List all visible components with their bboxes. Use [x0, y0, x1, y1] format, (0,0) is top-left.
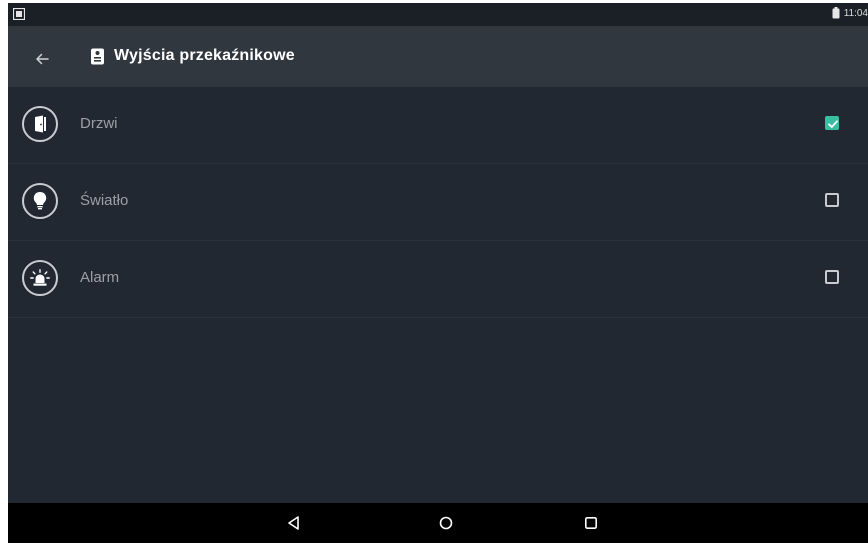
nav-recents-icon[interactable]: [581, 513, 601, 533]
relay-label: Drzwi: [80, 115, 118, 132]
relay-checkbox-drzwi[interactable]: [825, 116, 839, 130]
app-bar: Wyjścia przekaźnikowe: [8, 26, 868, 87]
relay-label: Alarm: [80, 269, 120, 286]
relay-checkbox-swiatlo[interactable]: [825, 193, 839, 207]
status-right: 11:04: [832, 7, 868, 19]
door-icon: [22, 106, 58, 142]
siren-icon: [22, 260, 58, 296]
relay-row-swiatlo[interactable]: Światło: [8, 164, 868, 241]
page-title: Wyjścia przekaźnikowe: [114, 47, 295, 64]
status-bar: 11:04: [8, 3, 868, 26]
notification-icon: [13, 8, 25, 20]
screen: 11:04 Wyjścia przekaźnikowe Drzwi Światł…: [8, 3, 868, 543]
intercom-icon: [91, 48, 104, 65]
arrow-back-icon: [36, 53, 49, 65]
relay-checkbox-alarm[interactable]: [825, 270, 839, 284]
nav-home-icon[interactable]: [436, 513, 456, 533]
relay-row-alarm[interactable]: Alarm: [8, 241, 868, 318]
relay-row-drzwi[interactable]: Drzwi: [8, 87, 868, 164]
status-time: 11:04: [843, 7, 868, 19]
back-button[interactable]: [28, 45, 56, 73]
relay-label: Światło: [80, 192, 129, 209]
bulb-icon: [22, 183, 58, 219]
battery-icon: [832, 7, 840, 19]
nav-bar: [8, 503, 868, 543]
nav-back-icon[interactable]: [284, 513, 304, 533]
